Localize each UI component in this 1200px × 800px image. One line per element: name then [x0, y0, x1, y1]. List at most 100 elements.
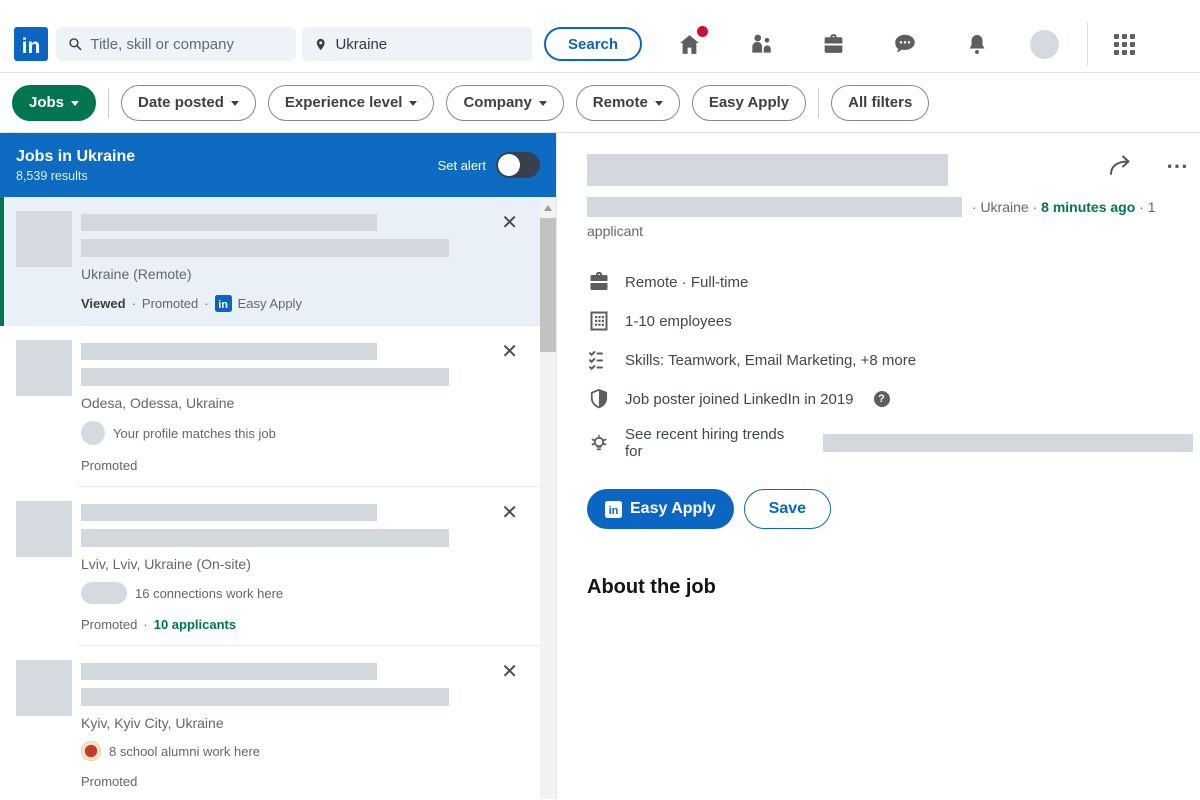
job-card-4[interactable]: Kyiv, Kyiv City, Ukraine 8 school alumni…	[0, 646, 540, 799]
viewed-label: Viewed	[81, 296, 126, 311]
easy-apply-label: Easy Apply	[238, 296, 302, 311]
search-input[interactable]	[90, 36, 284, 53]
job-list: Ukraine (Remote) Viewed · Promoted · in …	[0, 197, 556, 799]
overflow-menu-icon[interactable]: ⋯	[1166, 153, 1189, 179]
top-navbar: in Search	[0, 0, 1200, 73]
notification-badge	[695, 24, 710, 39]
share-icon[interactable]	[1106, 154, 1136, 178]
search-icon	[68, 36, 82, 52]
school-logo	[81, 741, 101, 761]
location-input[interactable]	[335, 36, 520, 53]
applicants-count: 10 applicants	[154, 617, 236, 632]
linkedin-badge-icon: in	[605, 501, 622, 518]
company-logo-placeholder	[16, 660, 72, 716]
job-card-2[interactable]: Odesa, Odessa, Ukraine Your profile matc…	[0, 326, 540, 487]
job-card-3[interactable]: Lviv, Lviv, Ukraine (On-site) 16 connect…	[0, 487, 540, 646]
location-pin-icon	[314, 36, 327, 53]
company-name-redacted	[823, 434, 1194, 452]
company-logo-placeholder	[16, 501, 72, 557]
toggle-knob	[498, 154, 520, 176]
nav-divider	[1087, 22, 1088, 66]
company-size-row: 1-10 employees	[587, 309, 1193, 333]
job-title-redacted	[81, 504, 377, 521]
jobs-icon[interactable]	[820, 31, 846, 57]
promoted-label: Promoted	[81, 458, 137, 473]
filter-experience-level[interactable]: Experience level	[268, 85, 435, 121]
linkedin-logo[interactable]: in	[14, 27, 48, 61]
company-name-redacted	[81, 239, 449, 257]
building-icon	[587, 309, 611, 333]
job-card-1[interactable]: Ukraine (Remote) Viewed · Promoted · in …	[0, 197, 540, 326]
global-nav-icons	[676, 31, 990, 57]
job-search-box[interactable]	[56, 27, 296, 61]
help-icon[interactable]: ?	[874, 391, 890, 407]
scroll-up-arrow-icon[interactable]	[544, 205, 552, 211]
skills-row: Skills: Teamwork, Email Marketing, +8 mo…	[587, 348, 1193, 372]
chevron-down-icon	[655, 101, 663, 106]
results-title: Jobs in Ukraine	[16, 148, 135, 166]
search-button[interactable]: Search	[544, 27, 642, 61]
filter-remote[interactable]: Remote	[576, 85, 680, 121]
filter-easy-apply[interactable]: Easy Apply	[692, 85, 806, 121]
skills-checklist-icon	[587, 348, 611, 372]
set-alert-label: Set alert	[438, 158, 486, 173]
apps-grid-icon[interactable]	[1114, 34, 1135, 55]
chevron-down-icon	[539, 101, 547, 106]
workplace-type-row: Remote · Full-time	[587, 270, 1193, 294]
filter-date-posted[interactable]: Date posted	[121, 85, 256, 121]
insight-text: 8 school alumni work here	[109, 744, 260, 759]
home-icon[interactable]	[676, 31, 702, 57]
insight-text: Your profile matches this job	[113, 426, 276, 441]
scrollbar-thumb[interactable]	[540, 218, 556, 352]
filter-all-filters[interactable]: All filters	[831, 85, 929, 121]
promoted-label: Promoted	[81, 617, 137, 632]
set-alert-toggle[interactable]	[496, 152, 540, 178]
job-meta-line: · Ukraine · 8 minutes ago · 1 applicant	[587, 195, 1193, 243]
dismiss-job-button[interactable]: ✕	[501, 503, 518, 523]
notifications-bell-icon[interactable]	[964, 31, 990, 57]
filter-jobs-label: Jobs	[29, 94, 64, 111]
dismiss-job-button[interactable]: ✕	[501, 213, 518, 233]
posted-time: 8 minutes ago	[1041, 199, 1135, 215]
promoted-label: Promoted	[142, 296, 198, 311]
shield-icon	[587, 387, 611, 411]
profile-avatar[interactable]	[1030, 30, 1059, 59]
detail-job-title-redacted	[587, 154, 948, 186]
chevron-down-icon	[409, 101, 417, 106]
save-button[interactable]: Save	[744, 489, 831, 529]
dismiss-job-button[interactable]: ✕	[501, 342, 518, 362]
list-scrollbar[interactable]	[540, 197, 556, 799]
my-network-icon[interactable]	[748, 31, 774, 57]
company-logo-placeholder	[16, 211, 72, 267]
linkedin-badge-icon: in	[215, 295, 232, 312]
hiring-trends-row: See recent hiring trends for	[587, 426, 1193, 460]
profile-match-avatar	[81, 421, 105, 445]
chevron-down-icon	[71, 101, 79, 106]
filter-jobs-dropdown[interactable]: Jobs	[12, 85, 96, 121]
filter-bar: Jobs Date posted Experience level Compan…	[0, 73, 1200, 133]
job-location: Ukraine (Remote)	[81, 266, 449, 282]
lightbulb-icon	[587, 431, 611, 455]
job-title-redacted	[81, 663, 377, 680]
company-name-redacted	[81, 529, 449, 547]
job-location: Lviv, Lviv, Ukraine (On-site)	[81, 556, 449, 572]
briefcase-icon	[587, 270, 611, 294]
easy-apply-button[interactable]: in Easy Apply	[587, 489, 734, 529]
results-count: 8,539 results	[16, 169, 135, 183]
results-header: Jobs in Ukraine 8,539 results Set alert	[0, 133, 556, 197]
location-search-box[interactable]	[302, 27, 532, 61]
filter-divider	[108, 88, 109, 118]
dismiss-job-button[interactable]: ✕	[501, 662, 518, 682]
job-title-redacted	[81, 214, 377, 231]
messaging-icon[interactable]	[892, 31, 918, 57]
company-name-redacted	[81, 368, 449, 386]
company-name-redacted	[81, 688, 449, 706]
job-location: Kyiv, Kyiv City, Ukraine	[81, 715, 449, 731]
company-logo-placeholder	[16, 340, 72, 396]
connections-avatars	[81, 582, 127, 604]
job-title-redacted	[81, 343, 377, 360]
job-poster-row: Job poster joined LinkedIn in 2019 ?	[587, 387, 1193, 411]
job-results-panel: Jobs in Ukraine 8,539 results Set alert	[0, 133, 557, 799]
job-location: Odesa, Odessa, Ukraine	[81, 395, 449, 411]
filter-company[interactable]: Company	[446, 85, 563, 121]
